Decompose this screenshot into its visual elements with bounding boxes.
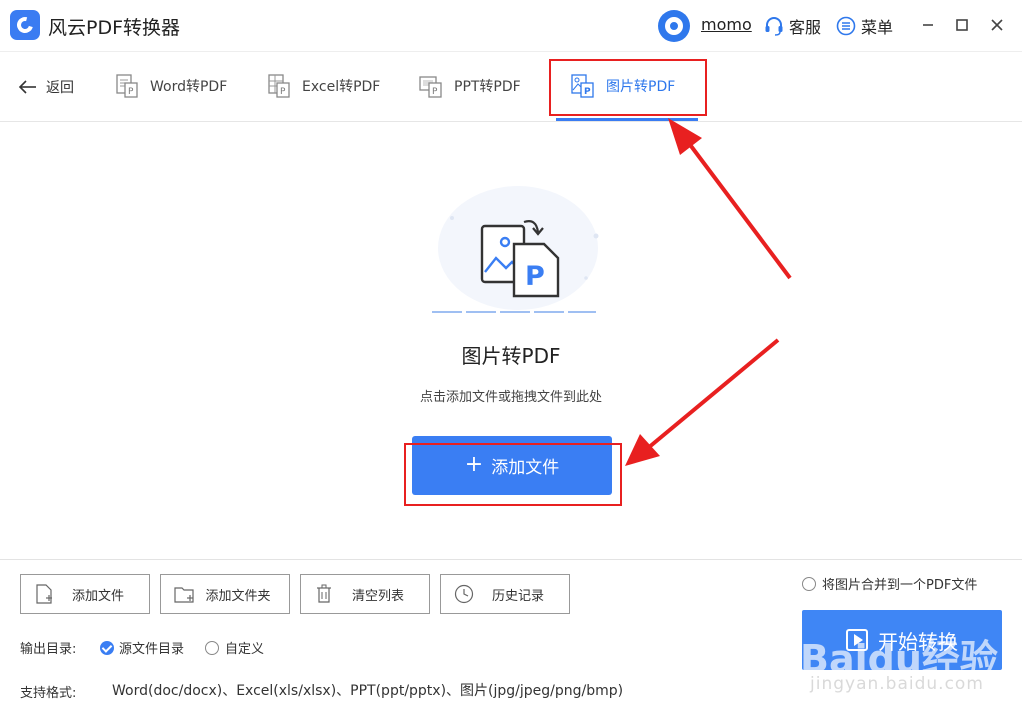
conversion-tab-bar: 返回 P Word转PDF P Excel转PDF P PPT转PDF P 图片…	[0, 52, 1022, 122]
output-directory-label: 输出目录:	[20, 642, 77, 657]
drop-area-hint: 点击添加文件或拖拽文件到此处	[419, 390, 602, 405]
add-folder-icon	[174, 587, 194, 603]
bottom-panel: 添加文件 添加文件夹 清空列表 历史记录 将图片合并到一个PDF文件 开始转换 …	[0, 559, 1022, 720]
svg-text:P: P	[525, 261, 545, 292]
arrow-left-icon	[18, 80, 36, 94]
bottom-button-label: 清空列表	[351, 588, 404, 604]
excel-spreadsheet-icon: P	[268, 74, 290, 98]
customer-service-button[interactable]: 客服	[763, 14, 821, 38]
trash-icon	[317, 584, 331, 603]
clear-list-button[interactable]: 清空列表	[300, 574, 430, 614]
start-convert-label: 开始转换	[878, 629, 958, 654]
maximize-icon	[956, 19, 968, 31]
start-convert-button[interactable]: 开始转换	[802, 610, 1002, 670]
output-source-dir-option[interactable]: 源文件目录	[100, 638, 184, 657]
bottom-button-label: 添加文件夹	[205, 588, 271, 604]
user-avatar[interactable]	[658, 10, 690, 42]
source-dir-radio[interactable]	[100, 640, 114, 655]
supported-formats-value: Word(doc/docx)、Excel(xls/xlsx)、PPT(ppt/p…	[112, 683, 624, 699]
tab-label: Word转PDF	[150, 79, 228, 95]
bottom-button-label: 历史记录	[491, 588, 544, 604]
add-folder-button[interactable]: 添加文件夹	[160, 574, 290, 614]
close-button[interactable]	[986, 14, 1008, 36]
add-file-icon	[36, 584, 52, 604]
highlight-box-add-button	[404, 443, 622, 506]
merge-label: 将图片合并到一个PDF文件	[822, 578, 978, 593]
option-label: 自定义	[225, 642, 265, 657]
active-tab-indicator	[556, 118, 698, 121]
svg-text:P: P	[280, 87, 286, 97]
title-bar: 风云PDF转换器 momo 客服 菜单	[0, 0, 1022, 52]
svg-text:P: P	[128, 87, 134, 97]
tab-excel-to-pdf[interactable]: P Excel转PDF	[266, 72, 380, 100]
option-label: 源文件目录	[119, 642, 185, 657]
headset-icon	[765, 17, 783, 36]
output-custom-option[interactable]: 自定义	[205, 638, 264, 657]
tab-ppt-to-pdf[interactable]: P PPT转PDF	[418, 72, 521, 100]
tab-word-to-pdf[interactable]: P Word转PDF	[114, 72, 227, 100]
tab-label: Excel转PDF	[302, 79, 381, 95]
menu-label: 菜单	[861, 18, 894, 37]
custom-dir-radio[interactable]	[205, 640, 219, 655]
menu-button[interactable]: 菜单	[836, 14, 893, 38]
back-button[interactable]: 返回	[18, 77, 74, 97]
menu-list-icon	[836, 16, 856, 36]
tab-label: PPT转PDF	[454, 79, 521, 95]
supported-formats-label: 支持格式:	[20, 686, 77, 701]
clock-icon	[454, 584, 474, 604]
word-document-icon: P	[116, 74, 138, 98]
bottom-button-label: 添加文件	[71, 588, 124, 604]
app-title: 风云PDF转换器	[48, 17, 181, 39]
minimize-button[interactable]	[917, 14, 939, 36]
drop-area-title: 图片转PDF	[461, 344, 561, 368]
play-icon	[846, 629, 868, 651]
app-logo-icon	[10, 10, 40, 40]
back-label: 返回	[46, 80, 74, 96]
ppt-slides-icon: P	[419, 76, 442, 98]
highlight-box-tab	[549, 59, 707, 116]
image-to-pdf-illustration: P	[432, 186, 599, 313]
merge-radio[interactable]	[802, 576, 816, 591]
arrow-to-tab	[668, 118, 792, 280]
history-button[interactable]: 历史记录	[440, 574, 570, 614]
merge-into-one-pdf-option[interactable]: 将图片合并到一个PDF文件	[802, 574, 977, 593]
close-icon	[991, 19, 1003, 31]
svg-text:P: P	[432, 87, 438, 97]
minimize-icon	[923, 24, 933, 26]
maximize-button[interactable]	[951, 14, 973, 36]
username-link[interactable]: momo	[701, 15, 752, 34]
bottom-add-file-button[interactable]: 添加文件	[20, 574, 150, 614]
customer-service-label: 客服	[789, 18, 822, 37]
